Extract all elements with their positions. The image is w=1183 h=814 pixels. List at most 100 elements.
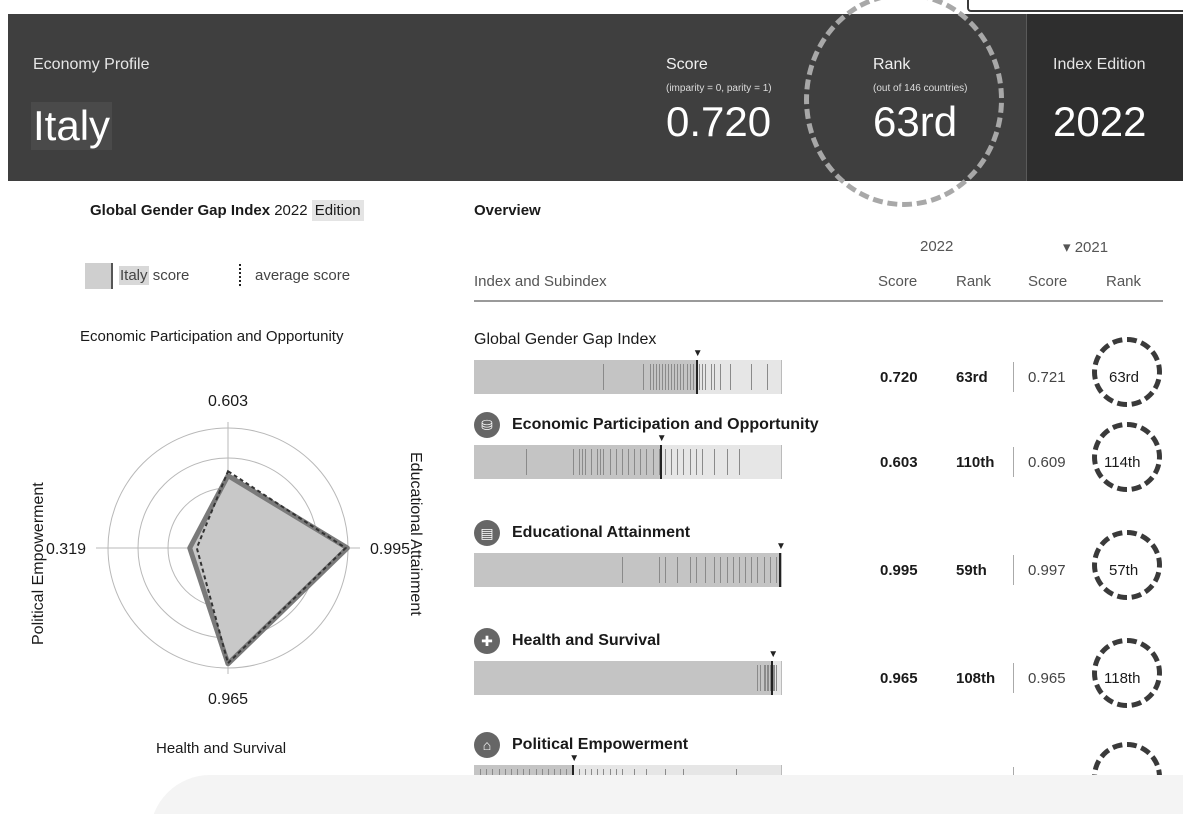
radar-bottom-value: 0.965 xyxy=(208,691,248,708)
col-score-2022-header: Score xyxy=(878,273,918,290)
index-edition-label: Index Edition xyxy=(1053,56,1146,73)
rank-highlight-circle xyxy=(804,0,1004,207)
distribution-tick xyxy=(705,364,706,390)
marker-arrow-icon: ▼ xyxy=(776,541,786,552)
score-marker xyxy=(771,661,774,695)
distribution-tick xyxy=(581,449,583,475)
distribution-tick xyxy=(677,449,679,475)
distribution-tick xyxy=(603,449,605,475)
score-bar-fill xyxy=(474,445,660,479)
legend-country-score: Italy score xyxy=(119,266,190,285)
index-edition-value: 2022 xyxy=(1053,98,1147,145)
distribution-tick xyxy=(701,449,703,475)
legend-average-swatch xyxy=(239,264,241,286)
score-marker xyxy=(659,445,662,479)
score-2022-cell: 0.995 xyxy=(880,562,918,579)
score-label: Score xyxy=(666,56,708,73)
score-2021-cell: 0.997 xyxy=(1028,562,1066,579)
score-2021-cell: 0.965 xyxy=(1028,670,1066,687)
marker-arrow-icon: ▼ xyxy=(569,753,580,764)
distribution-tick xyxy=(720,364,722,390)
year-2022-header: 2022 xyxy=(920,238,954,255)
score-bar-fill xyxy=(474,661,772,695)
distribution-tick xyxy=(655,364,657,390)
distribution-tick xyxy=(671,449,673,475)
ggi-title-edition: Edition xyxy=(311,200,364,221)
distribution-tick xyxy=(711,364,713,390)
column-divider xyxy=(1013,447,1014,477)
score-2021-cell: 0.609 xyxy=(1028,454,1066,471)
distribution-tick xyxy=(591,449,593,475)
distribution-tick xyxy=(526,449,528,475)
economy-profile-label: Economy Profile xyxy=(33,56,150,73)
distribution-tick xyxy=(714,557,716,583)
col-rank-2022-header: Rank xyxy=(956,273,992,290)
col-score-2021-header: Score xyxy=(1028,273,1068,290)
distribution-tick xyxy=(671,364,673,390)
column-divider xyxy=(1013,663,1014,693)
legend-score-word: score xyxy=(152,267,190,284)
ggi-title-bold: Global Gender Gap Index xyxy=(90,202,271,219)
distribution-tick xyxy=(738,557,740,583)
health-icon: ✚ xyxy=(474,628,500,654)
distribution-tick xyxy=(578,449,580,475)
score-value: 0.720 xyxy=(666,98,772,145)
distribution-tick xyxy=(621,557,623,583)
bottom-fade xyxy=(150,775,1183,814)
row-title: Political Empowerment xyxy=(512,736,689,753)
distribution-tick xyxy=(695,449,697,475)
legend-average-label: average score xyxy=(255,267,351,284)
radar-bottom-axis-label: Health and Survival xyxy=(156,740,287,757)
distribution-tick xyxy=(720,557,722,583)
score-2022-cell: 0.603 xyxy=(880,454,918,471)
distribution-tick xyxy=(609,449,611,475)
distribution-tick xyxy=(692,364,694,390)
legend-country-name: Italy xyxy=(119,266,149,285)
distribution-tick xyxy=(668,364,670,390)
distribution-tick xyxy=(689,449,691,475)
distribution-tick xyxy=(714,449,716,475)
score-2022-cell: 0.965 xyxy=(880,670,918,687)
rank-2021-cell: 57th xyxy=(1109,562,1139,579)
score-marker xyxy=(695,360,698,394)
distribution-tick xyxy=(701,364,703,390)
distribution-tick xyxy=(695,557,697,583)
distribution-tick xyxy=(664,364,666,390)
distribution-tick xyxy=(621,449,623,475)
distribution-tick xyxy=(760,665,762,691)
distribution-tick xyxy=(664,449,666,475)
legend-country-swatch xyxy=(85,263,113,289)
year-2021-header[interactable]: ▾ 2021 xyxy=(1063,238,1108,256)
row-title: Economic Participation and Opportunity xyxy=(512,416,819,433)
distribution-tick xyxy=(661,364,663,390)
rank-2022-cell: 63rd xyxy=(956,369,988,386)
score-2021-cell: 0.721 xyxy=(1028,369,1066,386)
distribution-tick xyxy=(729,364,731,390)
education-icon: ▤ xyxy=(474,520,500,546)
distribution-tick xyxy=(745,557,747,583)
distribution-tick xyxy=(615,449,617,475)
rank-2022-cell: 110th xyxy=(956,454,995,471)
distribution-tick xyxy=(698,364,700,390)
distribution-tick xyxy=(683,449,685,475)
distribution-tick xyxy=(597,449,599,475)
column-divider xyxy=(1013,362,1014,392)
profile-header: Economy Profile Italy Score (imparity = … xyxy=(8,14,1183,181)
radar-right-value: 0.995 xyxy=(370,541,410,558)
country-title: Italy xyxy=(31,102,113,150)
distribution-tick xyxy=(603,364,605,390)
score-bar-fill xyxy=(474,553,781,587)
row-title: Health and Survival xyxy=(512,632,661,649)
score-bar xyxy=(474,445,782,479)
row-title: Educational Attainment xyxy=(512,524,691,541)
rank-2021-cell: 114th xyxy=(1104,454,1141,471)
top-tab[interactable] xyxy=(967,0,1183,12)
distribution-tick xyxy=(751,364,753,390)
distribution-tick xyxy=(726,557,728,583)
overview-title: Overview xyxy=(474,202,541,219)
marker-arrow-icon: ▼ xyxy=(692,348,703,359)
distribution-tick xyxy=(714,364,716,390)
ggi-title-year: 2022 xyxy=(274,202,308,219)
distribution-tick xyxy=(643,364,645,390)
distribution-tick xyxy=(689,364,691,390)
